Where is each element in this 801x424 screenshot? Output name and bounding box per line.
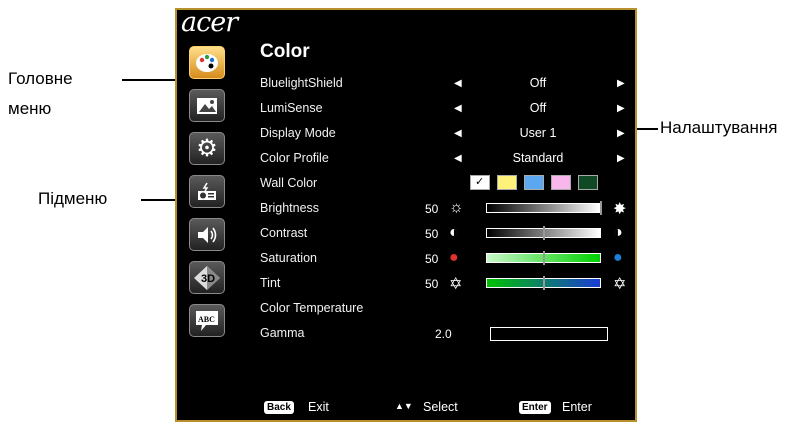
arrow-left-icon[interactable]: ◀ (454, 128, 462, 139)
submenu-title: Color (260, 41, 310, 62)
slider-value: 50 (425, 227, 439, 241)
arrow-right-icon[interactable]: ▶ (617, 128, 625, 139)
slider-min-icon: ◐ (449, 224, 459, 241)
slider-max-icon: ● (613, 249, 623, 266)
slider-value: 50 (425, 252, 439, 266)
wall-color-swatch[interactable] (497, 175, 517, 190)
arrow-left-icon[interactable]: ◀ (454, 78, 462, 89)
speaker-icon[interactable] (189, 218, 225, 251)
setting-label-gamma: Gamma (260, 326, 305, 340)
wall-color-swatch[interactable] (578, 175, 598, 190)
arrow-right-icon[interactable]: ▶ (617, 103, 625, 114)
slider-thumb[interactable] (600, 201, 602, 215)
setting-value-color-profile: Standard (512, 151, 564, 165)
svg-text:3D: 3D (201, 273, 215, 285)
osd-window: acer ⚙ 3D ABC Color BluelightShield ◀ Of… (175, 7, 637, 422)
setting-value-display-mode: User 1 (519, 126, 557, 140)
setting-label-color-temperature: Color Temperature (260, 301, 364, 315)
setting-label-saturation: Saturation (260, 251, 317, 265)
back-key-badge: Back (264, 401, 294, 414)
palette-icon[interactable] (189, 46, 225, 79)
callout-submenu: Підменю (38, 189, 108, 208)
slider-thumb[interactable] (542, 226, 545, 240)
setting-label-display-mode: Display Mode (260, 126, 336, 140)
setting-value-lumisense: Off (529, 101, 547, 115)
svg-text:ABC: ABC (198, 315, 215, 324)
gamma-value: 2.0 (435, 327, 452, 341)
acer-logo: acer (181, 7, 238, 38)
setting-label-brightness: Brightness (260, 201, 320, 215)
enter-key-badge: Enter (519, 401, 551, 414)
wall-color-swatch[interactable] (524, 175, 544, 190)
projector-icon[interactable] (189, 175, 225, 208)
gamma-field[interactable] (490, 327, 608, 341)
slider-thumb[interactable] (542, 276, 545, 290)
gear-icon[interactable]: ⚙ (189, 132, 225, 165)
arrow-right-icon[interactable]: ▶ (617, 153, 625, 164)
up-down-arrow-icon: ▲▼ (395, 401, 413, 411)
wall-color-swatch[interactable] (551, 175, 571, 190)
slider-min-icon: ☼ (449, 199, 464, 216)
setting-label-tint: Tint (260, 276, 281, 290)
arrow-right-icon[interactable]: ▶ (617, 78, 625, 89)
select-label: Select (423, 400, 458, 414)
slider-max-icon: ✡ (613, 276, 627, 293)
setting-value-bluelightshield: Off (529, 76, 547, 90)
3d-icon[interactable]: 3D (189, 261, 225, 294)
wall-color-swatch[interactable]: ✓ (470, 175, 490, 190)
setting-label-lumisense: LumiSense (260, 101, 323, 115)
callout-main-menu: Головне меню (8, 69, 73, 118)
slider-track[interactable] (486, 203, 601, 213)
abc-icon[interactable]: ABC (189, 304, 225, 337)
setting-label-bluelightshield: BluelightShield (260, 76, 343, 90)
setting-label-contrast: Contrast (260, 226, 308, 240)
slider-thumb[interactable] (542, 251, 545, 265)
callout-settings: Налаштування (660, 118, 778, 137)
slider-value: 50 (425, 202, 439, 216)
setting-label-wall-color: Wall Color (260, 176, 318, 190)
slider-max-icon: ◑ (613, 224, 623, 241)
slider-min-icon: ✡ (449, 276, 463, 293)
image-icon[interactable] (189, 89, 225, 122)
enter-label: Enter (562, 400, 592, 414)
slider-value: 50 (425, 277, 439, 291)
exit-label: Exit (308, 400, 329, 414)
slider-min-icon: ● (449, 249, 459, 266)
slider-max-icon: ✸ (613, 201, 627, 218)
arrow-left-icon[interactable]: ◀ (454, 103, 462, 114)
arrow-left-icon[interactable]: ◀ (454, 153, 462, 164)
setting-label-color-profile: Color Profile (260, 151, 329, 165)
